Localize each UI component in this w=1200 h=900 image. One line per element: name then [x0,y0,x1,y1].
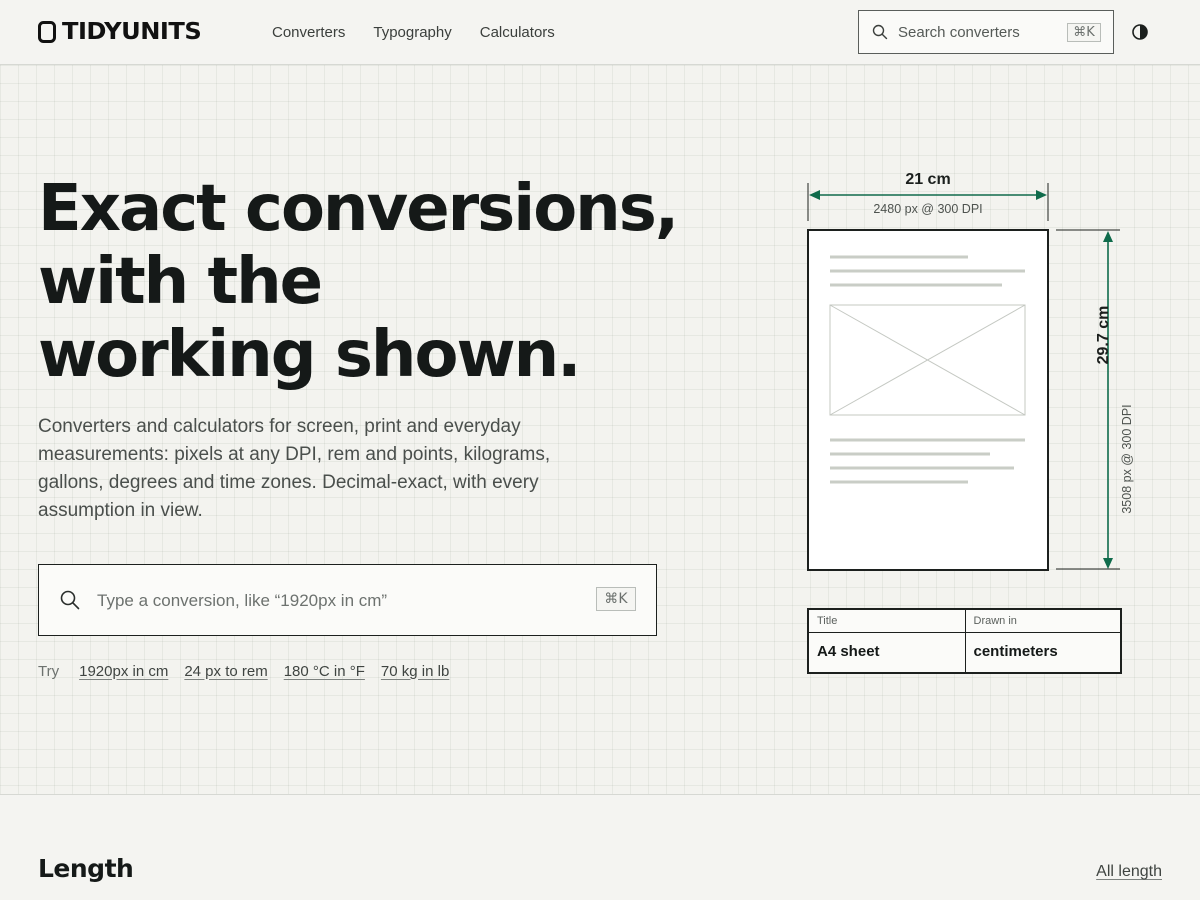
height-dimension-label: 29.7 cm [1095,305,1112,365]
a4-sheet-drawing: 21 cm 2480 px @ 300 DPI 29.7 cm 3508 px … [790,165,1150,685]
example-query-link[interactable]: 180 °C in °F [284,663,365,680]
hero-description: Converters and calculators for screen, p… [38,416,551,521]
example-queries: Try 1920px in cm 24 px to rem 180 °C in … [38,661,449,681]
example-query-link[interactable]: 70 kg in lb [381,663,449,680]
dimension-arrow-icon [1103,231,1113,242]
dimension-arrow-icon [1036,190,1047,200]
title-block-value: A4 sheet [817,643,880,660]
all-length-link[interactable]: All length [1096,863,1162,881]
hero-title-line: Exact conversions, [38,172,679,246]
conversion-search-box: ⌘K [38,564,657,636]
title-block-divider [965,632,1120,633]
width-pixel-label: 2480 px @ 300 DPI [873,202,983,216]
header-search-shortcut: ⌘K [1067,23,1101,42]
conversion-search-input[interactable] [97,587,577,615]
brand-logo[interactable]: TIDYUNITS [38,20,202,44]
a4-drawing-svg [807,183,1120,571]
brand-wordmark: TIDYUNITS [62,19,202,45]
logo-mark-icon [38,21,56,43]
example-query-link[interactable]: 24 px to rem [184,663,267,680]
try-label: Try [38,662,60,680]
sheet-outline [807,229,1049,571]
contrast-icon[interactable] [1131,23,1149,41]
length-section-title: Length [38,854,134,883]
nav-item-calculators[interactable]: Calculators [480,24,555,41]
title-block-label: Drawn in [973,615,1017,627]
dimension-arrow-icon [1103,558,1113,569]
example-query-link[interactable]: 1920px in cm [79,663,168,680]
site-header: TIDYUNITS Converters Typography Calculat… [0,0,1200,65]
title-block-unit-cell: Drawn in centimeters [964,610,1120,672]
hero-title: Exact conversions, with the working show… [38,173,698,392]
search-icon [60,590,80,610]
hero-title-line: working shown. [38,318,581,392]
hero-section: Exact conversions, with the working show… [0,65,1200,795]
main-nav: Converters Typography Calculators [272,0,555,64]
title-block-label: Title [817,615,838,627]
drawing-title-block: Title A4 sheet Drawn in centimeters [807,608,1122,674]
title-block-title-cell: Title A4 sheet [809,610,965,672]
hero-title-line: with the [38,245,323,319]
header-search-box[interactable]: Search converters ⌘K [858,10,1114,54]
dimension-arrow-icon [809,190,820,200]
header-search-placeholder: Search converters [898,24,1020,41]
search-icon [872,24,888,40]
height-pixel-label: 3508 px @ 300 DPI [1120,404,1134,514]
nav-item-typography[interactable]: Typography [373,24,451,41]
conversion-search-shortcut: ⌘K [596,587,636,611]
brand-name-part2: UNITS [121,19,202,45]
width-dimension-label: 21 cm [905,171,951,188]
title-block-divider [809,632,965,633]
brand-name-part1: TIDY [62,19,122,45]
title-block-value: centimeters [973,643,1058,660]
nav-item-converters[interactable]: Converters [272,24,345,41]
